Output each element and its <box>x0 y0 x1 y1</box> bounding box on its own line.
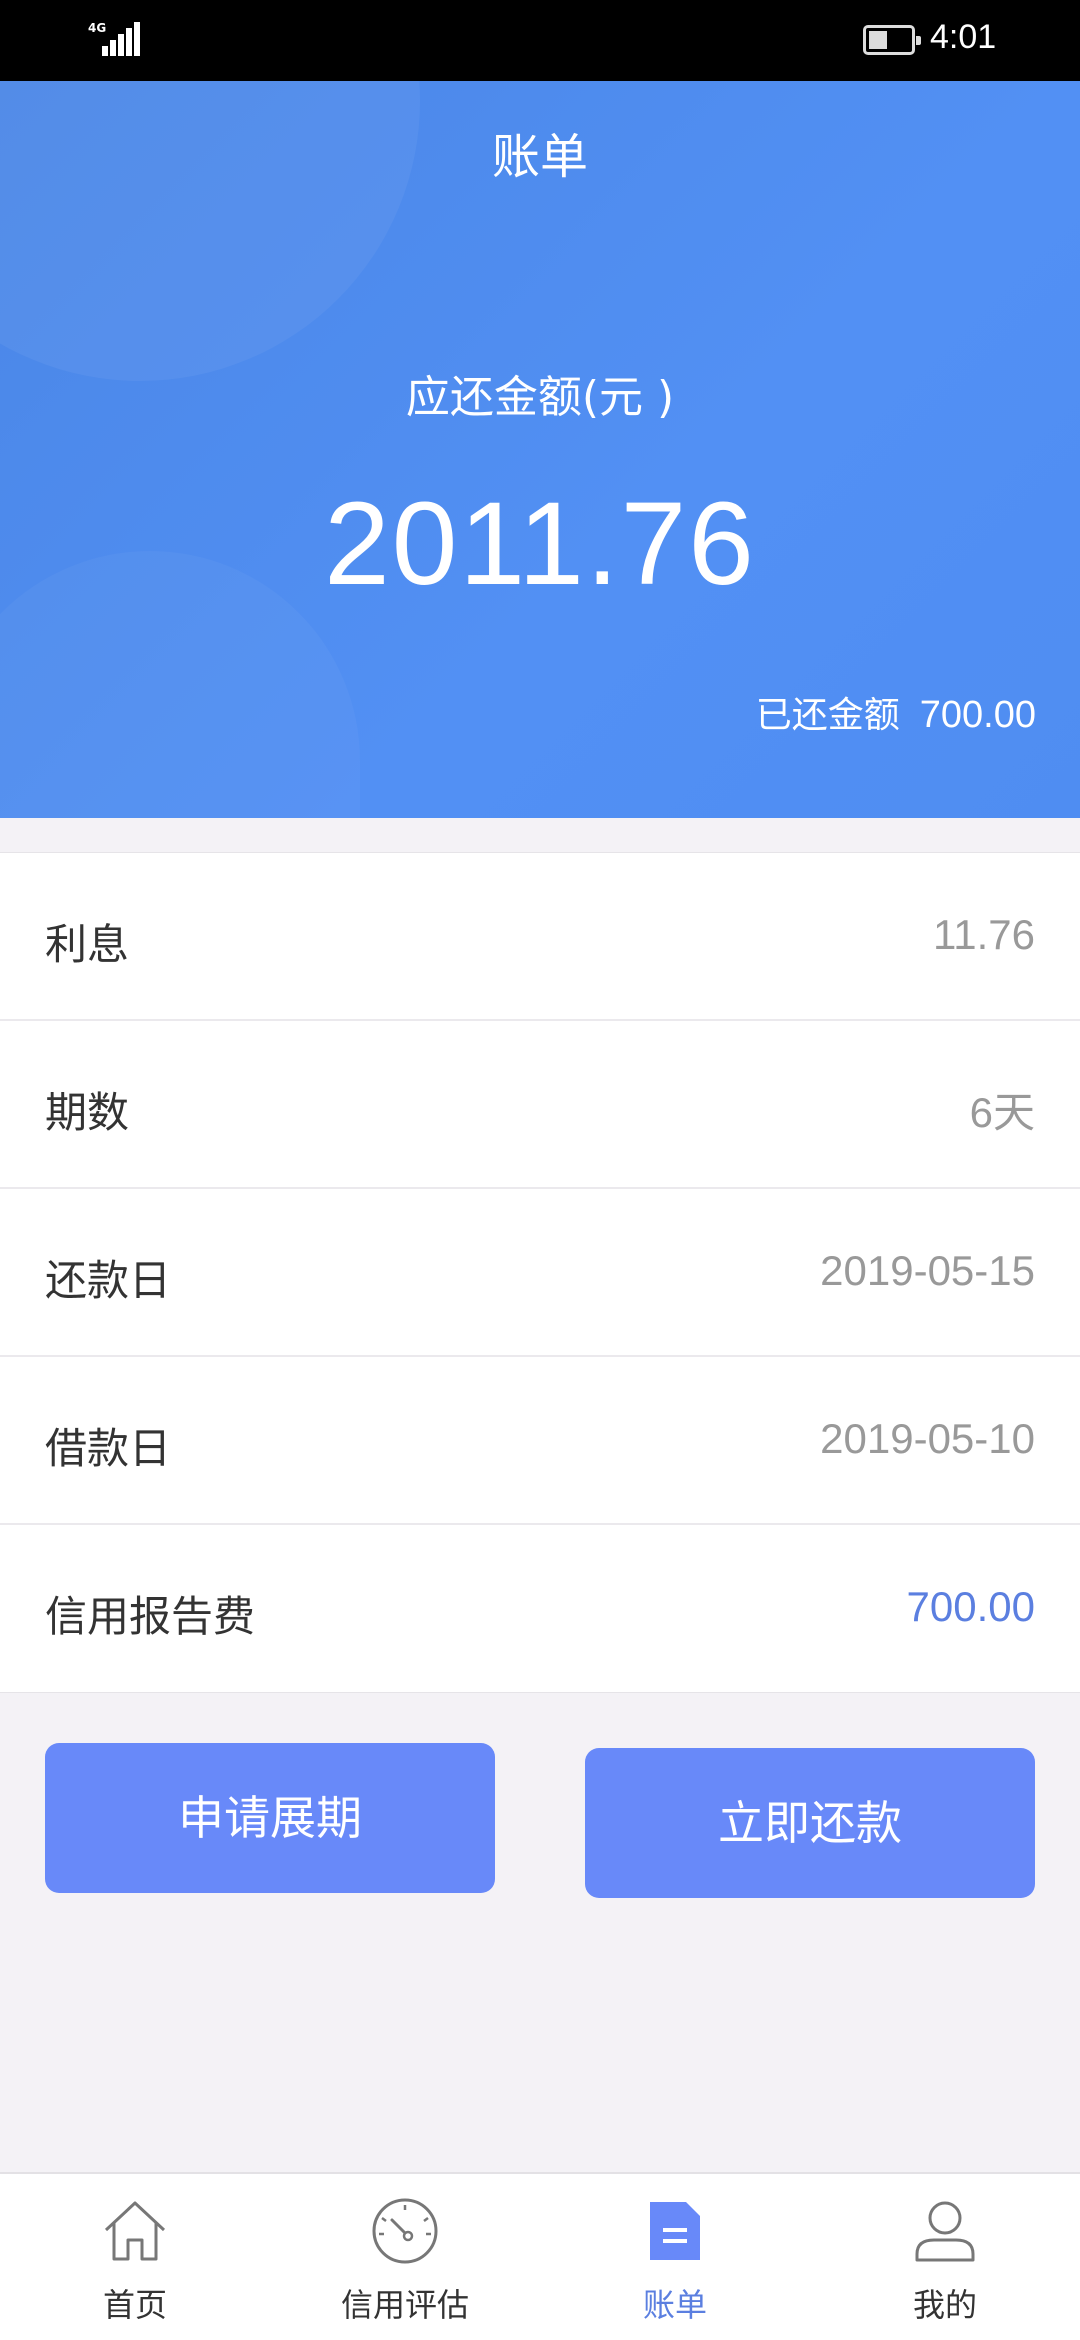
status-bar: 4G 4:01 <box>0 0 1080 81</box>
detail-value: 6天 <box>969 1089 1035 1136</box>
gauge-icon <box>372 2198 438 2264</box>
detail-row-due-date: 还款日 2019-05-15 <box>0 1189 1080 1357</box>
detail-row-interest: 利息 11.76 <box>0 853 1080 1021</box>
tab-credit-assessment[interactable]: 信用评估 <box>270 2174 540 2340</box>
battery-icon <box>863 25 921 55</box>
tab-profile[interactable]: 我的 <box>810 2174 1080 2340</box>
detail-value: 2019-05-15 <box>820 1247 1035 1294</box>
tab-label: 首页 <box>102 2286 167 2324</box>
signal-icon: 4G <box>88 20 148 56</box>
repay-now-button[interactable]: 立即还款 <box>585 1748 1035 1898</box>
network-type: 4G <box>88 21 107 35</box>
detail-label: 借款日 <box>45 1424 172 1473</box>
bottom-tab-bar: 首页 信用评估 账单 我的 <box>0 2172 1080 2340</box>
paid-amount: 已还金额 700.00 <box>756 686 1036 738</box>
tab-bill[interactable]: 账单 <box>540 2174 810 2340</box>
detail-value: 11.76 <box>933 911 1035 958</box>
bill-summary-header: 账单 应还金额(元 ) 2011.76 已还金额 700.00 <box>0 81 1080 818</box>
user-icon <box>915 2201 975 2262</box>
detail-label: 还款日 <box>45 1256 172 1305</box>
detail-label: 期数 <box>45 1088 130 1137</box>
amount-due-value: 2011.76 <box>324 478 756 610</box>
paid-amount-label: 已还金额 <box>755 695 900 736</box>
bill-details-list: 利息 11.76 期数 6天 还款日 2019-05-15 借款日 2019-0… <box>0 852 1080 1693</box>
status-time: 4:01 <box>930 18 997 56</box>
detail-value: 2019-05-10 <box>820 1415 1035 1462</box>
tab-label: 账单 <box>642 2286 707 2324</box>
paid-amount-value: 700.00 <box>919 694 1036 736</box>
tab-label: 我的 <box>912 2286 977 2324</box>
bill-icon <box>650 2202 700 2260</box>
apply-extension-button[interactable]: 申请展期 <box>45 1743 495 1893</box>
tab-home[interactable]: 首页 <box>0 2174 270 2340</box>
detail-row-credit-report-fee: 信用报告费 700.00 <box>0 1525 1080 1693</box>
detail-row-term: 期数 6天 <box>0 1021 1080 1189</box>
detail-label: 利息 <box>45 920 130 969</box>
amount-due-label: 应还金额(元 ) <box>405 372 675 423</box>
tab-label: 信用评估 <box>340 2286 469 2324</box>
page-title: 账单 <box>491 129 588 185</box>
detail-value: 700.00 <box>906 1583 1035 1630</box>
detail-label: 信用报告费 <box>45 1592 256 1641</box>
detail-row-loan-date: 借款日 2019-05-10 <box>0 1357 1080 1525</box>
home-icon <box>104 2201 166 2261</box>
